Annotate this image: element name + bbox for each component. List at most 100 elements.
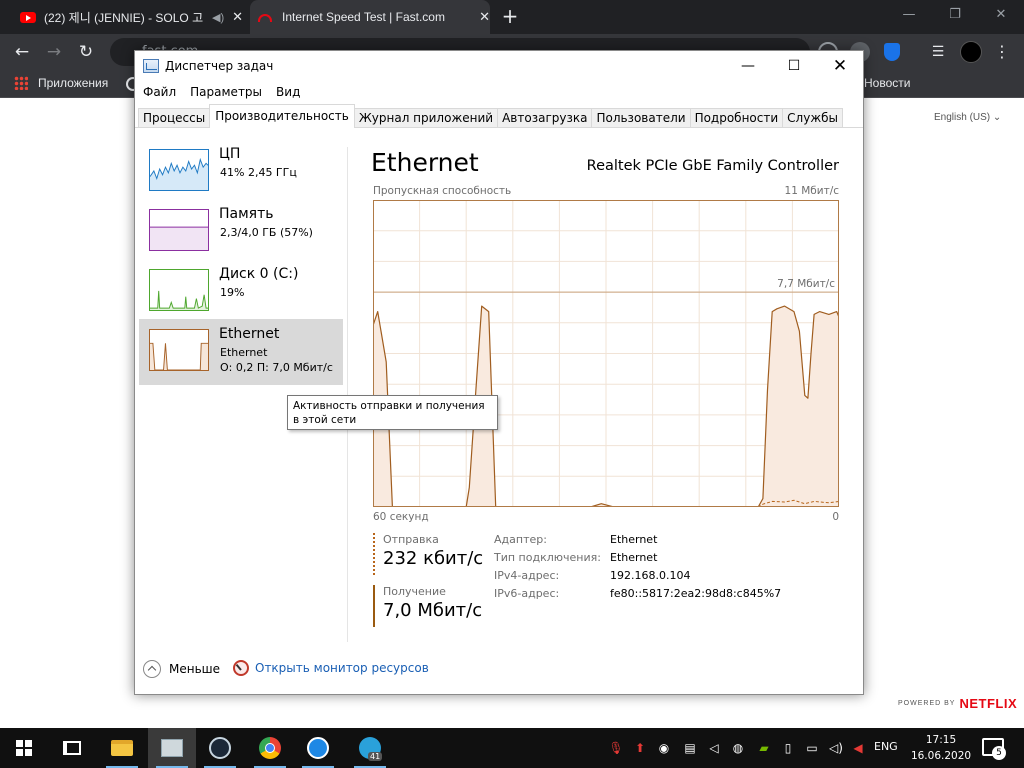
menu-view[interactable]: Вид [269,81,307,103]
taskbar-task-manager[interactable] [148,728,196,768]
task-view-icon [63,741,81,755]
close-tab-icon[interactable]: ✕ [232,9,243,25]
windows-logo-icon [16,740,32,756]
tab-strip: Процессы Производительность Журнал прило… [138,104,844,128]
throughput-label: Пропускная способность [373,185,512,197]
menu-bar: Файл Параметры Вид [135,81,307,103]
ethernet-sparkline [149,329,209,371]
fewer-details-button[interactable]: Меньше [143,660,220,678]
tab-users[interactable]: Пользователи [591,108,691,128]
tab-performance[interactable]: Производительность [209,104,355,128]
open-resource-monitor-link[interactable]: Открыть монитор ресурсов [233,660,429,676]
close-tab-icon[interactable]: ✕ [479,9,490,25]
task-manager-window: Диспетчер задач — ☐ ✕ Файл Параметры Вид… [134,50,864,695]
profile-avatar[interactable] [960,41,982,63]
receive-value: 7,0 Мбит/с [383,600,483,621]
menu-file[interactable]: Файл [135,81,183,103]
tab-title: (22) 제니 (JENNIE) - SOLO 고 [44,10,204,25]
memory-sparkline [149,209,209,251]
red-speaker-icon[interactable]: ◀ [850,739,866,757]
unread-badge: 41 [368,752,383,761]
tile-detail: Ethernet [220,346,268,359]
media-controls-icon[interactable]: ☰ [928,42,948,62]
microphone-icon[interactable]: 🎙 [608,739,624,757]
tab-details[interactable]: Подробности [689,108,784,128]
speaker-icon[interactable]: ◀) [212,11,224,24]
kebab-menu-icon[interactable]: ⋮ [992,42,1012,62]
bookmark-news[interactable]: Новости [864,76,910,90]
browser-tab-youtube[interactable]: (22) 제니 (JENNIE) - SOLO 고 ◀) ✕ [8,0,248,34]
browser-tab-strip: (22) 제니 (JENNIE) - SOLO 고 ◀) ✕ Internet … [0,0,1024,34]
network-icon[interactable]: ▭ [804,739,820,757]
chevron-up-icon [143,660,161,678]
send-label: Отправка [383,533,439,546]
title-bar[interactable]: Диспетчер задач — ☐ ✕ [135,51,863,81]
display-card-icon[interactable]: ▤ [682,739,698,757]
notification-count: 5 [992,746,1006,760]
language-selector[interactable]: English (US) ⌄ [934,112,1001,123]
tile-title: Память [219,206,274,222]
speaker-muted-icon[interactable]: ◁ [706,739,722,757]
throughput-graph: 7,7 Мбит/с [373,200,839,507]
maximize-button[interactable]: ☐ [771,51,817,81]
nvidia-icon[interactable]: ▰ [756,739,772,757]
forward-arrow-icon[interactable]: → [42,40,66,64]
tooltip: Активность отправки и получения в этой с… [287,395,498,430]
perf-tile-cpu[interactable]: ЦП 41% 2,45 ГГц [139,139,343,205]
taskbar-support-client[interactable] [294,728,342,768]
adapter-name: Realtek PCIe GbE Family Controller [586,158,839,174]
property-key: Адаптер: [494,533,547,546]
windows-taskbar: 41 🎙 ⬆ ◉ ▤ ◁ ◍ ▰ ▯ ▭ ◁) ◀ ENG 17:15 16.0… [0,728,1024,768]
taskbar-telegram[interactable]: 41 [346,728,394,768]
steam-tray-icon[interactable]: ◉ [656,739,672,757]
close-button[interactable]: ✕ [817,51,863,81]
cpu-sparkline [149,149,209,191]
perf-tile-memory[interactable]: Память 2,3/4,0 ГБ (57%) [139,199,343,265]
minimize-button[interactable]: — [725,51,771,81]
resource-title: Ethernet [371,148,479,177]
new-tab-button[interactable]: + [500,6,520,28]
scale-reference-label: 7,7 Мбит/с [777,278,835,290]
clock-time: 17:15 [925,734,957,746]
menu-options[interactable]: Параметры [183,81,269,103]
perf-tile-ethernet[interactable]: Ethernet Ethernet О: 0,2 П: 7,0 Мбит/с [139,319,343,385]
bookmark-apps[interactable]: Приложения [14,76,108,90]
tab-startup[interactable]: Автозагрузка [497,108,593,128]
usb-device-icon[interactable]: ▯ [780,739,796,757]
netflix-logo: NETFLIX [959,696,1018,711]
task-view-button[interactable] [48,728,96,768]
start-button[interactable] [0,728,48,768]
powered-by-netflix[interactable]: POWERED BY NETFLIX [898,696,1017,711]
browser-minimize-button[interactable]: — [886,0,932,30]
input-language[interactable]: ENG [874,740,898,753]
taskbar-file-explorer[interactable] [98,728,146,768]
taskbar-steam[interactable] [196,728,244,768]
tab-app-history[interactable]: Журнал приложений [353,108,499,128]
resource-monitor-icon [233,660,249,676]
task-manager-icon [161,739,183,757]
browser-maximize-button[interactable]: ❐ [932,0,978,30]
clock-date: 16.06.2020 [910,750,972,762]
tab-services[interactable]: Службы [782,108,844,128]
steam-icon [209,737,231,759]
tile-detail: 41% 2,45 ГГц [220,166,297,179]
receive-label: Получение [383,585,446,598]
network-globe-icon[interactable]: ◍ [730,739,746,757]
back-arrow-icon[interactable]: ← [10,40,34,64]
property-row: Тип подключения: Ethernet [494,551,781,569]
perf-tile-disk[interactable]: Диск 0 (C:) 19% [139,259,343,325]
reload-icon[interactable]: ↻ [74,40,98,64]
browser-tab-fast[interactable]: Internet Speed Test | Fast.com ✕ [250,0,490,34]
tab-processes[interactable]: Процессы [138,108,211,128]
tile-detail: 19% [220,286,245,299]
throughput-max-label: 11 Мбит/с [784,185,839,197]
clock[interactable]: 17:15 16.06.2020 [910,732,972,764]
x-axis-left-label: 60 секунд [373,511,429,523]
browser-close-button[interactable]: ✕ [978,0,1024,30]
shield-extension-icon[interactable] [884,43,900,61]
property-value: 192.168.0.104 [610,569,691,582]
upload-arrow-icon[interactable]: ⬆ [632,739,648,757]
volume-icon[interactable]: ◁) [828,739,844,757]
property-value: Ethernet [610,533,658,546]
taskbar-chrome[interactable] [246,728,294,768]
